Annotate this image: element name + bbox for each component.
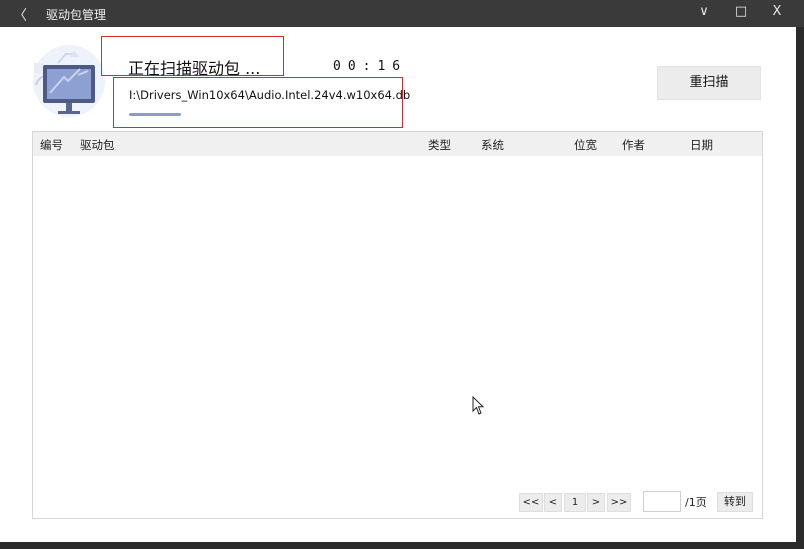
table-header: 编号 驱动包 类型 系统 位宽 作者 日期 (33, 132, 762, 156)
maximize-button[interactable]: □ (729, 4, 753, 19)
close-button[interactable]: X (765, 4, 789, 19)
title-bar: 〈 驱动包管理 ∨ □ X (0, 0, 804, 27)
col-type[interactable]: 类型 (428, 137, 451, 153)
path-highlight (113, 77, 403, 128)
window-title: 驱动包管理 (46, 8, 107, 22)
current-scan-path: I:\Drivers_Win10x64\Audio.Intel.24v4.w10… (129, 88, 411, 102)
elapsed-timer: 00:16 (333, 59, 408, 74)
col-system[interactable]: 系统 (481, 137, 504, 153)
scan-progress-bar (129, 113, 181, 116)
col-number[interactable]: 编号 (40, 137, 63, 153)
current-page-button[interactable]: 1 (564, 493, 586, 512)
col-author[interactable]: 作者 (622, 137, 645, 153)
prev-page-button[interactable]: < (544, 493, 562, 512)
goto-button[interactable]: 转到 (717, 492, 753, 512)
col-driver-package[interactable]: 驱动包 (80, 137, 115, 153)
mouse-cursor-icon (472, 396, 485, 415)
driver-table: 编号 驱动包 类型 系统 位宽 作者 日期 (32, 131, 763, 519)
computer-scan-icon (33, 45, 105, 117)
first-page-button[interactable]: << (519, 493, 543, 512)
total-pages: /1页 (685, 496, 707, 509)
minimize-button[interactable]: ∨ (692, 4, 716, 19)
rescan-button[interactable]: 重扫描 (657, 66, 761, 100)
back-icon[interactable]: 〈 (13, 5, 27, 25)
col-bitness[interactable]: 位宽 (574, 137, 597, 153)
next-page-button[interactable]: > (587, 493, 605, 512)
page-number-input[interactable] (643, 491, 681, 512)
col-date[interactable]: 日期 (690, 137, 713, 153)
scan-status: 正在扫描驱动包 ... (128, 59, 261, 78)
last-page-button[interactable]: >> (607, 493, 631, 512)
main-window: 正在扫描驱动包 ... 00:16 I:\Drivers_Win10x64\Au… (0, 27, 796, 542)
